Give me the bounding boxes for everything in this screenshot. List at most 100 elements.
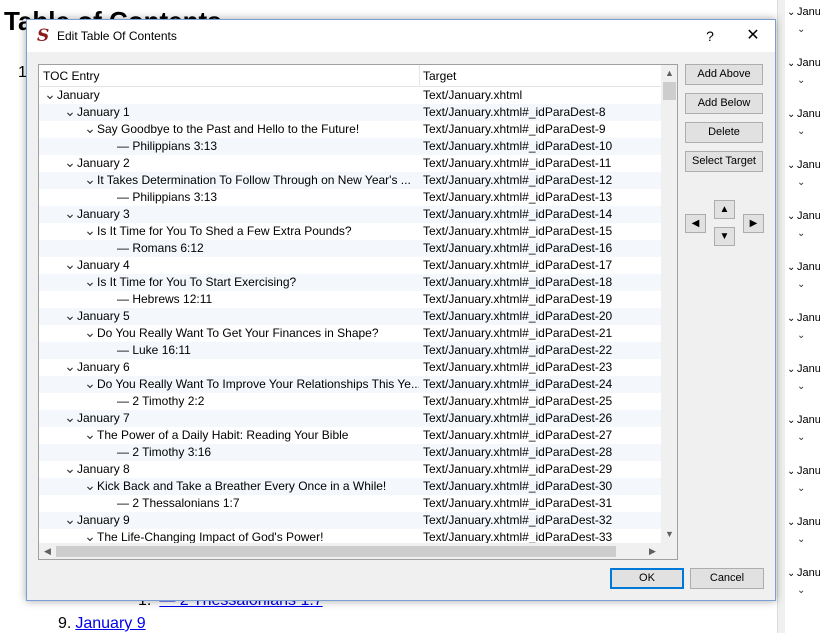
move-left-button[interactable]: ◀: [685, 214, 706, 233]
column-divider[interactable]: [419, 65, 420, 87]
tree-row[interactable]: — Philippians 3:13 Text/January.xhtml#_id…: [39, 138, 663, 155]
column-header-toc-entry[interactable]: TOC Entry: [43, 69, 99, 83]
background-toc-row[interactable]: ⌄January: [787, 363, 820, 375]
horizontal-scrollbar[interactable]: ◀ ▶: [39, 543, 661, 559]
chevron-down-icon[interactable]: ⌄: [83, 529, 97, 543]
scroll-up-icon[interactable]: ▲: [661, 65, 677, 82]
tree-row[interactable]: ⌄Do You Really Want To Get Your Finances…: [39, 325, 663, 342]
delete-button[interactable]: Delete: [685, 122, 763, 143]
tree-row[interactable]: — 2 Timothy 3:16 Text/January.xhtml#_idPa…: [39, 444, 663, 461]
tree-row[interactable]: ⌄January 9 Text/January.xhtml#_idParaDest…: [39, 512, 663, 529]
chevron-down-icon[interactable]: ⌄: [797, 228, 805, 239]
chevron-down-icon[interactable]: ⌄: [63, 155, 77, 169]
tree-row[interactable]: ⌄The Power of a Daily Habit: Reading You…: [39, 427, 663, 444]
chevron-down-icon[interactable]: ⌄: [797, 330, 805, 341]
toc-tree-view[interactable]: TOC Entry Target ⌄January Text/January.xh…: [38, 64, 678, 560]
background-scrollbar[interactable]: [777, 0, 785, 633]
tree-row[interactable]: ⌄January 6 Text/January.xhtml#_idParaDest…: [39, 359, 663, 376]
tree-row[interactable]: — Luke 16:11 Text/January.xhtml#_idParaDe…: [39, 342, 663, 359]
chevron-down-icon[interactable]: ⌄: [797, 483, 805, 494]
tree-row[interactable]: ⌄January 3 Text/January.xhtml#_idParaDest…: [39, 206, 663, 223]
background-toc-row[interactable]: ⌄January: [787, 516, 820, 528]
background-toc-row[interactable]: ⌄January: [787, 159, 820, 171]
chevron-down-icon[interactable]: ⌄: [83, 172, 97, 186]
tree-row[interactable]: ⌄January 5 Text/January.xhtml#_idParaDest…: [39, 308, 663, 325]
background-toc-row[interactable]: ⌄January: [787, 312, 820, 324]
chevron-down-icon[interactable]: ⌄: [787, 58, 797, 69]
tree-row[interactable]: ⌄January 1 Text/January.xhtml#_idParaDest…: [39, 104, 663, 121]
chevron-down-icon[interactable]: ⌄: [63, 359, 77, 373]
chevron-down-icon[interactable]: ⌄: [797, 534, 805, 545]
background-toc-row[interactable]: ⌄January: [787, 567, 820, 579]
tree-row[interactable]: ⌄January 7 Text/January.xhtml#_idParaDest…: [39, 410, 663, 427]
chevron-down-icon[interactable]: ⌄: [787, 517, 797, 528]
chevron-down-icon[interactable]: ⌄: [797, 126, 805, 137]
ok-button[interactable]: OK: [610, 568, 684, 589]
chevron-down-icon[interactable]: ⌄: [83, 325, 97, 339]
tree-row[interactable]: ⌄Do You Really Want To Improve Your Rela…: [39, 376, 663, 393]
vertical-scrollbar[interactable]: ▲ ▼: [661, 65, 677, 543]
tree-row[interactable]: ⌄January 4 Text/January.xhtml#_idParaDest…: [39, 257, 663, 274]
scroll-down-icon[interactable]: ▼: [661, 526, 677, 543]
chevron-down-icon[interactable]: ⌄: [83, 121, 97, 135]
cancel-button[interactable]: Cancel: [690, 568, 764, 589]
chevron-down-icon[interactable]: ⌄: [63, 410, 77, 424]
chevron-down-icon[interactable]: ⌄: [797, 24, 805, 35]
chevron-down-icon[interactable]: ⌄: [63, 461, 77, 475]
tree-row[interactable]: ⌄Say Goodbye to the Past and Hello to th…: [39, 121, 663, 138]
background-toc-row[interactable]: ⌄January: [787, 6, 820, 18]
title-bar[interactable]: S Edit Table Of Contents ? ✕: [27, 20, 775, 52]
chevron-down-icon[interactable]: ⌄: [43, 87, 57, 101]
tree-row[interactable]: ⌄Kick Back and Take a Breather Every Onc…: [39, 478, 663, 495]
move-up-button[interactable]: ▲: [714, 200, 735, 219]
chevron-down-icon[interactable]: ⌄: [63, 206, 77, 220]
tree-row[interactable]: — Romans 6:12 Text/January.xhtml#_idParaD…: [39, 240, 663, 257]
tree-row[interactable]: ⌄January 2 Text/January.xhtml#_idParaDest…: [39, 155, 663, 172]
tree-row[interactable]: ⌄Is It Time for You To Shed a Few Extra …: [39, 223, 663, 240]
chevron-down-icon[interactable]: ⌄: [63, 257, 77, 271]
chevron-down-icon[interactable]: ⌄: [797, 279, 805, 290]
tree-row[interactable]: — 2 Thessalonians 1:7 Text/January.xhtml#…: [39, 495, 663, 512]
chevron-down-icon[interactable]: ⌄: [83, 376, 97, 390]
chevron-down-icon[interactable]: ⌄: [787, 7, 797, 18]
background-toc-row[interactable]: ⌄January: [787, 414, 820, 426]
tree-row[interactable]: — Philippians 3:13 Text/January.xhtml#_id…: [39, 189, 663, 206]
background-toc-row[interactable]: ⌄January: [787, 261, 820, 273]
tree-row[interactable]: ⌄It Takes Determination To Follow Throug…: [39, 172, 663, 189]
chevron-down-icon[interactable]: ⌄: [787, 364, 797, 375]
chevron-down-icon[interactable]: ⌄: [787, 109, 797, 120]
chevron-down-icon[interactable]: ⌄: [63, 104, 77, 118]
tree-row[interactable]: — 2 Timothy 2:2 Text/January.xhtml#_idPar…: [39, 393, 663, 410]
chevron-down-icon[interactable]: ⌄: [787, 415, 797, 426]
background-toc-row[interactable]: ⌄January: [787, 57, 820, 69]
chevron-down-icon[interactable]: ⌄: [787, 160, 797, 171]
chevron-down-icon[interactable]: ⌄: [787, 466, 797, 477]
help-button[interactable]: ?: [699, 25, 721, 47]
chevron-down-icon[interactable]: ⌄: [787, 211, 797, 222]
tree-row[interactable]: ⌄January Text/January.xhtml: [39, 87, 663, 104]
chevron-down-icon[interactable]: ⌄: [63, 308, 77, 322]
scroll-right-icon[interactable]: ▶: [644, 543, 661, 559]
chevron-down-icon[interactable]: ⌄: [83, 427, 97, 441]
add-above-button[interactable]: Add Above: [685, 64, 763, 85]
column-header-target[interactable]: Target: [423, 69, 456, 83]
close-button[interactable]: ✕: [739, 24, 767, 48]
chevron-down-icon[interactable]: ⌄: [83, 478, 97, 492]
vertical-scroll-thumb[interactable]: [663, 82, 676, 100]
background-toc-row[interactable]: ⌄January: [787, 465, 820, 477]
tree-row[interactable]: — Hebrews 12:11 Text/January.xhtml#_idPar…: [39, 291, 663, 308]
move-right-button[interactable]: ▶: [743, 214, 764, 233]
move-down-button[interactable]: ▼: [714, 227, 735, 246]
chevron-down-icon[interactable]: ⌄: [83, 223, 97, 237]
chevron-down-icon[interactable]: ⌄: [83, 274, 97, 288]
chevron-down-icon[interactable]: ⌄: [787, 568, 797, 579]
tree-row[interactable]: ⌄Is It Time for You To Start Exercising?…: [39, 274, 663, 291]
chevron-down-icon[interactable]: ⌄: [797, 75, 805, 86]
chevron-down-icon[interactable]: ⌄: [797, 432, 805, 443]
add-below-button[interactable]: Add Below: [685, 93, 763, 114]
chevron-down-icon[interactable]: ⌄: [63, 512, 77, 526]
select-target-button[interactable]: Select Target: [685, 151, 763, 172]
background-toc-row[interactable]: ⌄January: [787, 210, 820, 222]
tree-row[interactable]: ⌄January 8 Text/January.xhtml#_idParaDest…: [39, 461, 663, 478]
chevron-down-icon[interactable]: ⌄: [797, 585, 805, 596]
